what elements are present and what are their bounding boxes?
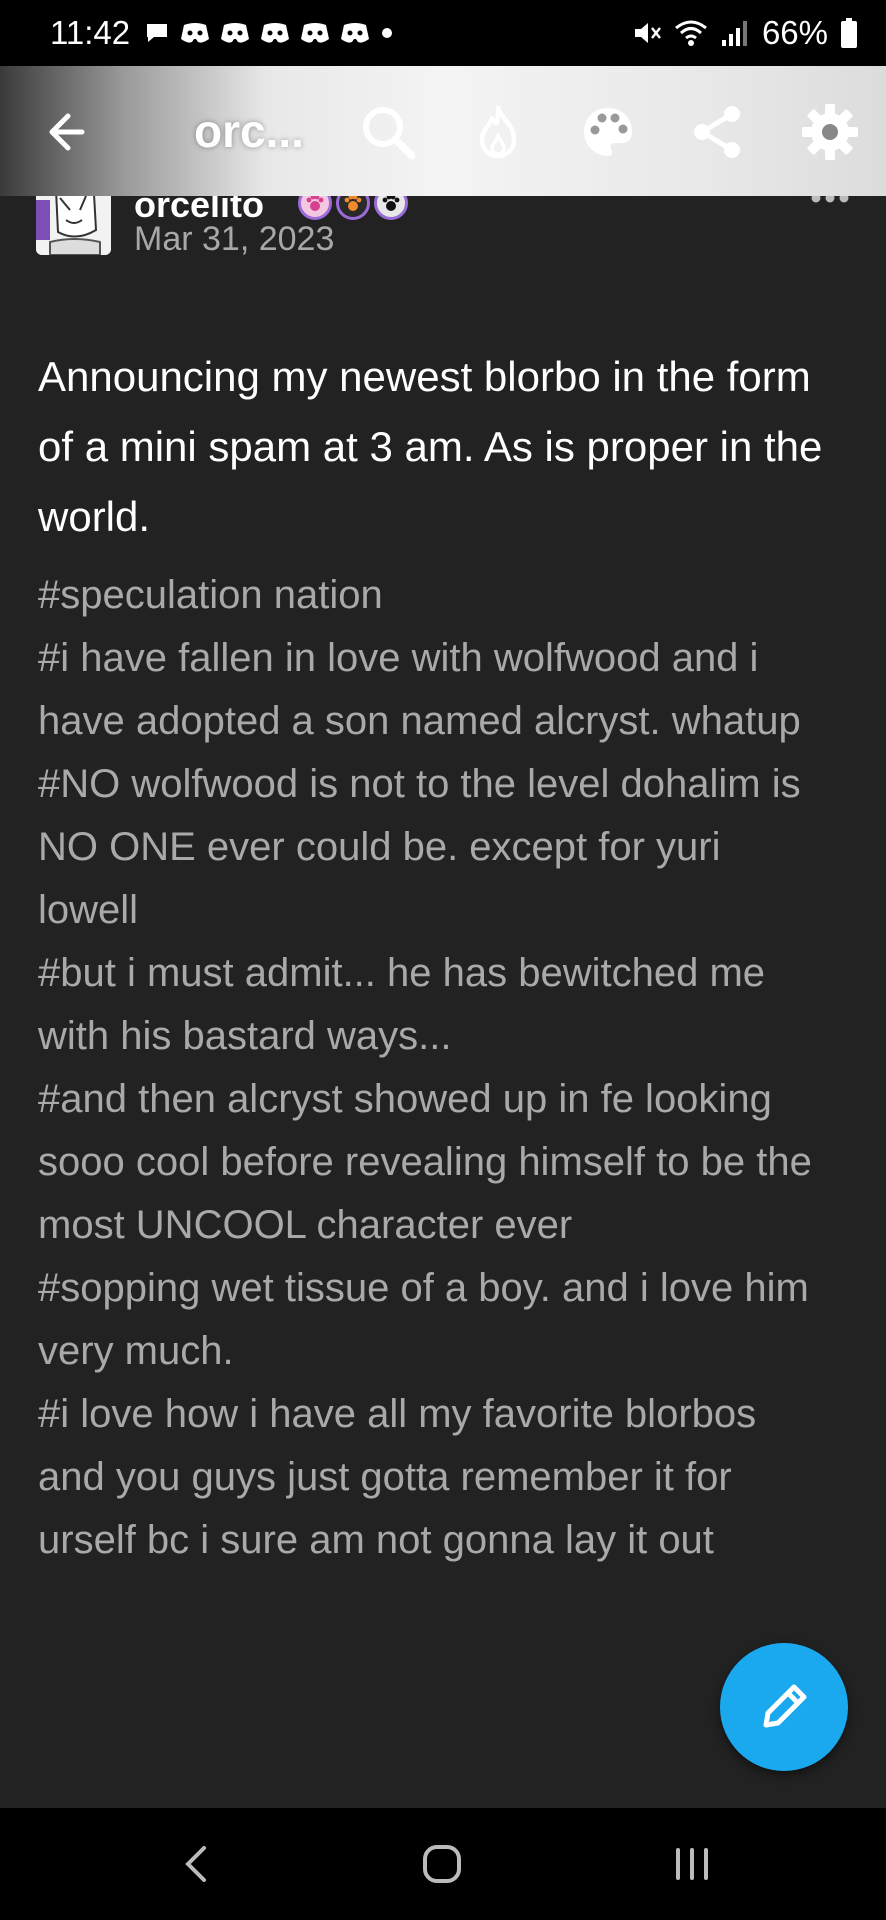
tag[interactable]: #NO wolfwood is not to the level dohalim…	[38, 753, 828, 942]
palette-icon[interactable]	[578, 102, 638, 162]
gear-icon[interactable]	[800, 102, 860, 162]
tag[interactable]: #i have fallen in love with wolfwood and…	[38, 627, 828, 753]
pencil-icon	[763, 1684, 807, 1728]
flame-icon[interactable]	[468, 102, 528, 162]
battery-percent: 66%	[761, 14, 828, 51]
tag[interactable]: #i love how i have all my favorite blorb…	[38, 1383, 828, 1572]
paw-badge-icon	[374, 196, 408, 220]
tag[interactable]: #speculation nation	[38, 564, 828, 627]
chat-bubble-icon	[147, 24, 168, 42]
avatar-image	[36, 196, 111, 255]
discord-icon	[181, 23, 210, 43]
tag[interactable]: #and then alcryst showed up in fe lookin…	[38, 1068, 828, 1257]
nav-home-icon[interactable]	[422, 1844, 462, 1884]
share-icon[interactable]	[688, 102, 748, 162]
search-icon[interactable]	[358, 102, 418, 162]
tag[interactable]: #but i must admit... he has bewitched me…	[38, 942, 828, 1068]
post-content: orcelito Mar 31, 2023 Announcing my newe…	[0, 196, 886, 1808]
battery-icon	[841, 18, 857, 48]
status-right: 66%	[632, 14, 858, 52]
status-time: 11:42	[50, 14, 131, 51]
nav-recents-icon[interactable]	[672, 1844, 712, 1884]
nav-back-icon[interactable]	[178, 1844, 214, 1884]
system-nav-bar	[0, 1808, 886, 1920]
dot-icon	[382, 28, 393, 38]
post-date: Mar 31, 2023	[134, 220, 335, 258]
compose-button[interactable]	[720, 1643, 848, 1771]
back-arrow-icon[interactable]	[38, 106, 90, 158]
tag[interactable]: #sopping wet tissue of a boy. and i love…	[38, 1257, 828, 1383]
wifi-icon	[675, 20, 707, 46]
post-body: Announcing my newest blorbo in the form …	[38, 353, 823, 540]
more-options-icon[interactable]	[810, 196, 850, 206]
discord-icon	[221, 23, 250, 43]
post-header: orcelito Mar 31, 2023	[0, 196, 886, 280]
avatar[interactable]	[36, 196, 111, 255]
discord-icon	[341, 23, 370, 43]
mute-icon	[634, 23, 661, 43]
paw-badge-icon	[336, 196, 370, 220]
blog-header-bar: orc...	[0, 66, 886, 196]
badges	[298, 196, 408, 220]
signal-icon	[721, 21, 747, 46]
status-bar: 11:42 66%	[0, 0, 886, 66]
discord-icon	[261, 23, 290, 43]
blog-title[interactable]: orc...	[194, 104, 304, 158]
discord-icon	[301, 23, 330, 43]
post-tags: #speculation nation #i have fallen in lo…	[38, 564, 828, 1572]
notification-icons	[144, 20, 394, 46]
paw-badge-icon	[298, 196, 332, 220]
